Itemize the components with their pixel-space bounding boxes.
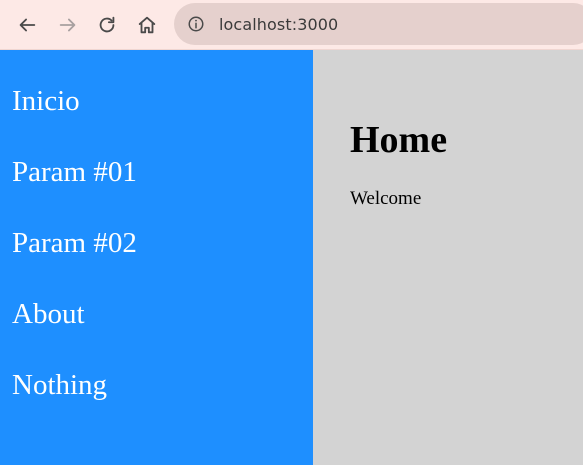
app-container: Inicio Param #01 Param #02 About Nothing…	[0, 50, 583, 465]
url-text[interactable]: localhost:3000	[219, 15, 338, 34]
forward-arrow-icon	[59, 18, 76, 32]
back-arrow-icon	[19, 18, 36, 32]
sidebar-link-param-01[interactable]: Param #01	[0, 155, 313, 226]
sidebar-link-inicio[interactable]: Inicio	[0, 84, 313, 155]
browser-toolbar: localhost:3000	[0, 0, 583, 50]
back-button[interactable]	[11, 9, 43, 41]
sidebar-link-nothing[interactable]: Nothing	[0, 368, 313, 439]
page-title: Home	[350, 119, 448, 161]
info-icon[interactable]	[186, 14, 206, 34]
home-button[interactable]	[131, 9, 163, 41]
sidebar: Inicio Param #01 Param #02 About Nothing	[0, 50, 313, 465]
reload-icon	[99, 16, 115, 33]
forward-button[interactable]	[52, 9, 84, 41]
main-content: Home Welcome	[313, 50, 583, 465]
welcome-text: Welcome	[350, 188, 422, 209]
home-icon	[138, 16, 156, 34]
sidebar-link-param-02[interactable]: Param #02	[0, 226, 313, 297]
sidebar-link-about[interactable]: About	[0, 297, 313, 368]
reload-button[interactable]	[91, 9, 123, 41]
address-bar[interactable]: localhost:3000	[174, 3, 583, 45]
